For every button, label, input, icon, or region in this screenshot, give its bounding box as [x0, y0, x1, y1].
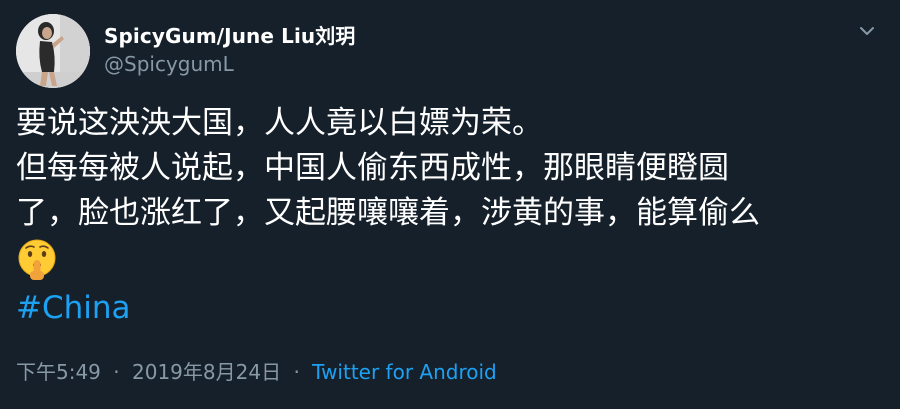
shushing-face-emoji-icon	[16, 238, 58, 280]
hashtag-link[interactable]: #China	[16, 286, 131, 331]
tweet-source-link[interactable]: Twitter for Android	[312, 360, 497, 384]
tweet-time[interactable]: 下午5:49	[16, 360, 101, 384]
tweet-text-line: 但每每被人说起，中国人偷东西成性，那眼睛便瞪圆	[16, 150, 729, 186]
avatar-image	[16, 14, 90, 88]
tweet-text-line: 了，脸也涨红了，又起腰嚷嚷着，涉黄的事，能算偷么	[16, 195, 760, 231]
tweet-date[interactable]: 2019年8月24日	[132, 360, 281, 384]
author-handle[interactable]: @SpicygumL	[104, 52, 234, 76]
author-display-name[interactable]: SpicyGum/June Liu刘玥	[104, 20, 355, 49]
meta-separator: ·	[113, 360, 120, 384]
avatar[interactable]	[16, 14, 90, 88]
meta-separator: ·	[293, 360, 300, 384]
tweet-text: 要说这泱泱大国，人人竟以白嫖为荣。 但每每被人说起，中国人偷东西成性，那眼睛便瞪…	[16, 101, 886, 236]
chevron-down-icon[interactable]	[856, 20, 878, 42]
tweet: SpicyGum/June Liu刘玥 @SpicygumL 要说这泱泱大国，人…	[0, 0, 900, 409]
tweet-text-line: 要说这泱泱大国，人人竟以白嫖为荣。	[16, 105, 543, 141]
tweet-meta: 下午5:49 · 2019年8月24日 · Twitter for Androi…	[16, 356, 497, 385]
